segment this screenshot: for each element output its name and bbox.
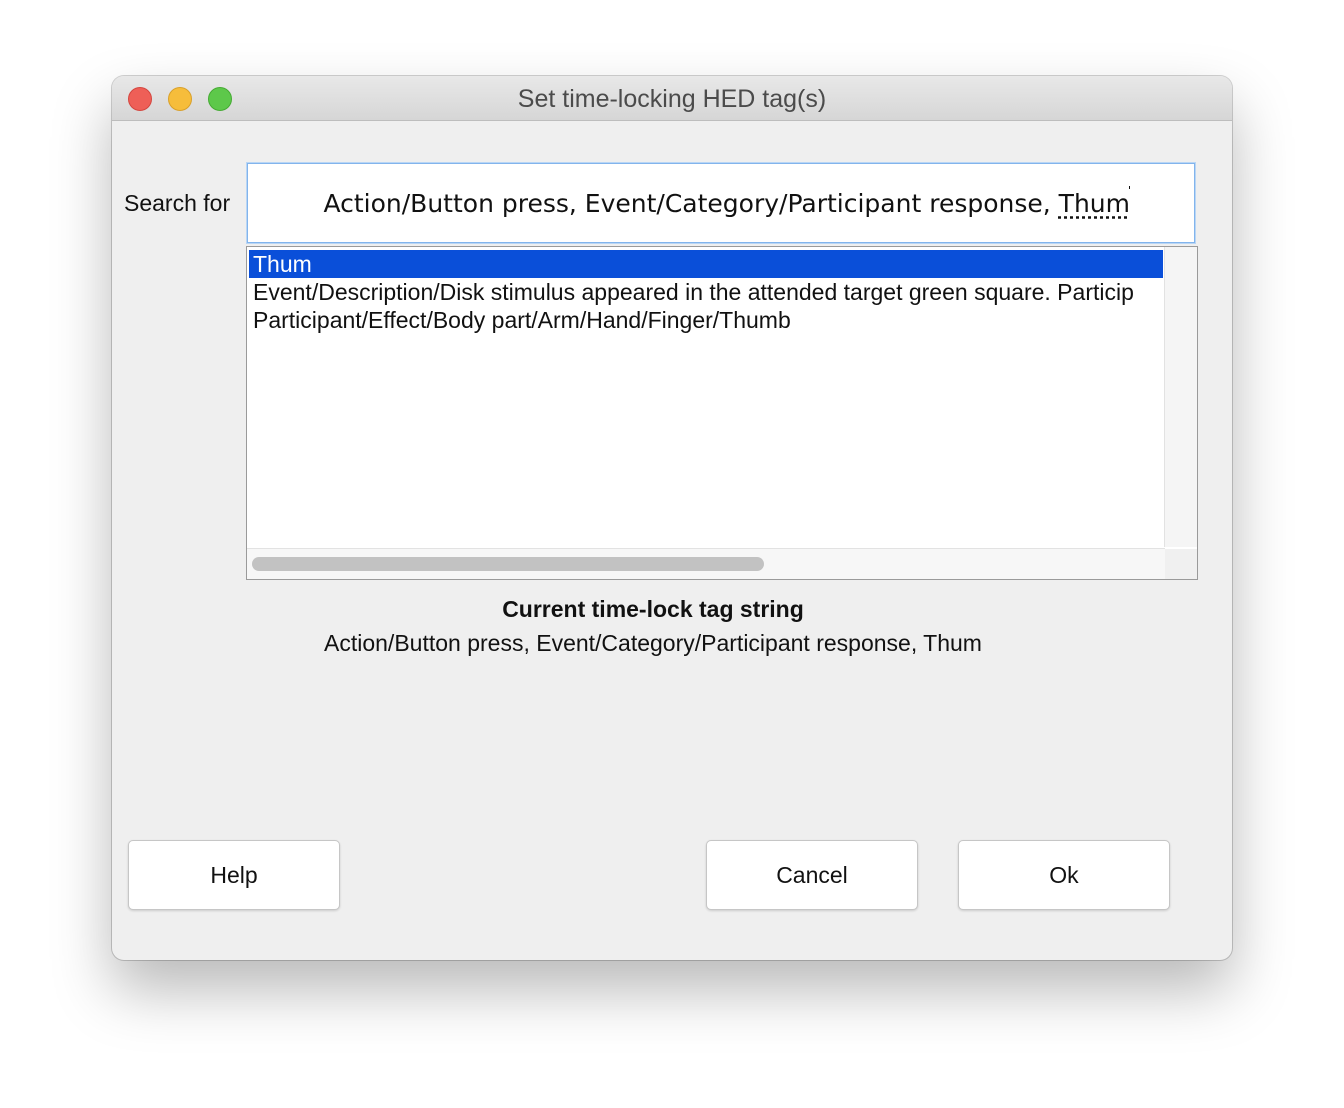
help-button[interactable]: Help bbox=[128, 840, 340, 910]
search-input[interactable]: Action/Button press, Event/Category/Part… bbox=[247, 163, 1195, 243]
suggestion-list[interactable]: Thum Event/Description/Disk stimulus app… bbox=[246, 246, 1198, 580]
vertical-scrollbar[interactable] bbox=[1164, 247, 1197, 547]
title-bar[interactable]: Set time-locking HED tag(s) bbox=[112, 76, 1232, 121]
ok-button[interactable]: Ok bbox=[958, 840, 1170, 910]
suggestion-items: Thum Event/Description/Disk stimulus app… bbox=[249, 250, 1163, 334]
text-cursor bbox=[1129, 186, 1130, 189]
window-title: Set time-locking HED tag(s) bbox=[517, 85, 827, 113]
current-tag-heading: Current time-lock tag string bbox=[502, 596, 804, 622]
list-item[interactable]: Event/Description/Disk stimulus appeared… bbox=[249, 278, 1163, 306]
dialog-window: Set time-locking HED tag(s) Search for A… bbox=[112, 76, 1232, 960]
search-label: Search for bbox=[124, 190, 231, 216]
list-item-selected[interactable]: Thum bbox=[249, 250, 1163, 278]
horizontal-scrollbar[interactable] bbox=[247, 548, 1165, 579]
search-input-prefix: Action/Button press, Event/Category/Part… bbox=[323, 189, 1059, 218]
search-input-text: Action/Button press, Event/Category/Part… bbox=[323, 189, 1130, 218]
search-input-current-token: Thum bbox=[1058, 189, 1130, 218]
scroll-corner bbox=[1165, 549, 1197, 579]
current-tag-value: Action/Button press, Event/Category/Part… bbox=[324, 630, 982, 656]
list-item[interactable]: Participant/Effect/Body part/Arm/Hand/Fi… bbox=[249, 306, 1163, 334]
horizontal-scroll-thumb[interactable] bbox=[252, 557, 764, 571]
cancel-button[interactable]: Cancel bbox=[706, 840, 918, 910]
